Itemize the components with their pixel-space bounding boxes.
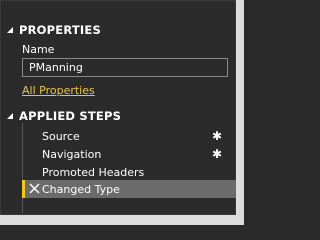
step-label: Navigation xyxy=(42,147,102,161)
close-icon[interactable] xyxy=(29,183,40,194)
step-promoted-headers[interactable]: Promoted Headers xyxy=(22,163,236,181)
gear-icon[interactable]: ✱ xyxy=(212,148,224,160)
collapse-triangle-icon[interactable] xyxy=(7,113,13,119)
window-edge xyxy=(0,215,244,225)
name-field[interactable] xyxy=(22,58,228,77)
applied-steps-header-label: APPLIED STEPS xyxy=(19,109,122,123)
query-settings-pane: PROPERTIES Name All Properties APPLIED S… xyxy=(0,0,236,215)
name-label: Name xyxy=(22,43,55,56)
step-label: Changed Type xyxy=(42,182,120,196)
gear-icon[interactable]: ✱ xyxy=(212,130,224,142)
step-label: Promoted Headers xyxy=(42,165,145,179)
properties-section-header[interactable]: PROPERTIES xyxy=(7,23,101,37)
step-source[interactable]: Source ✱ xyxy=(22,127,236,145)
applied-steps-section-header[interactable]: APPLIED STEPS xyxy=(7,109,121,123)
window-edge xyxy=(236,0,244,225)
step-navigation[interactable]: Navigation ✱ xyxy=(22,145,236,163)
all-properties-link[interactable]: All Properties xyxy=(22,84,95,97)
properties-header-label: PROPERTIES xyxy=(19,23,101,37)
step-label: Source xyxy=(42,129,80,143)
collapse-triangle-icon[interactable] xyxy=(7,27,13,33)
step-changed-type[interactable]: Changed Type xyxy=(22,180,236,198)
